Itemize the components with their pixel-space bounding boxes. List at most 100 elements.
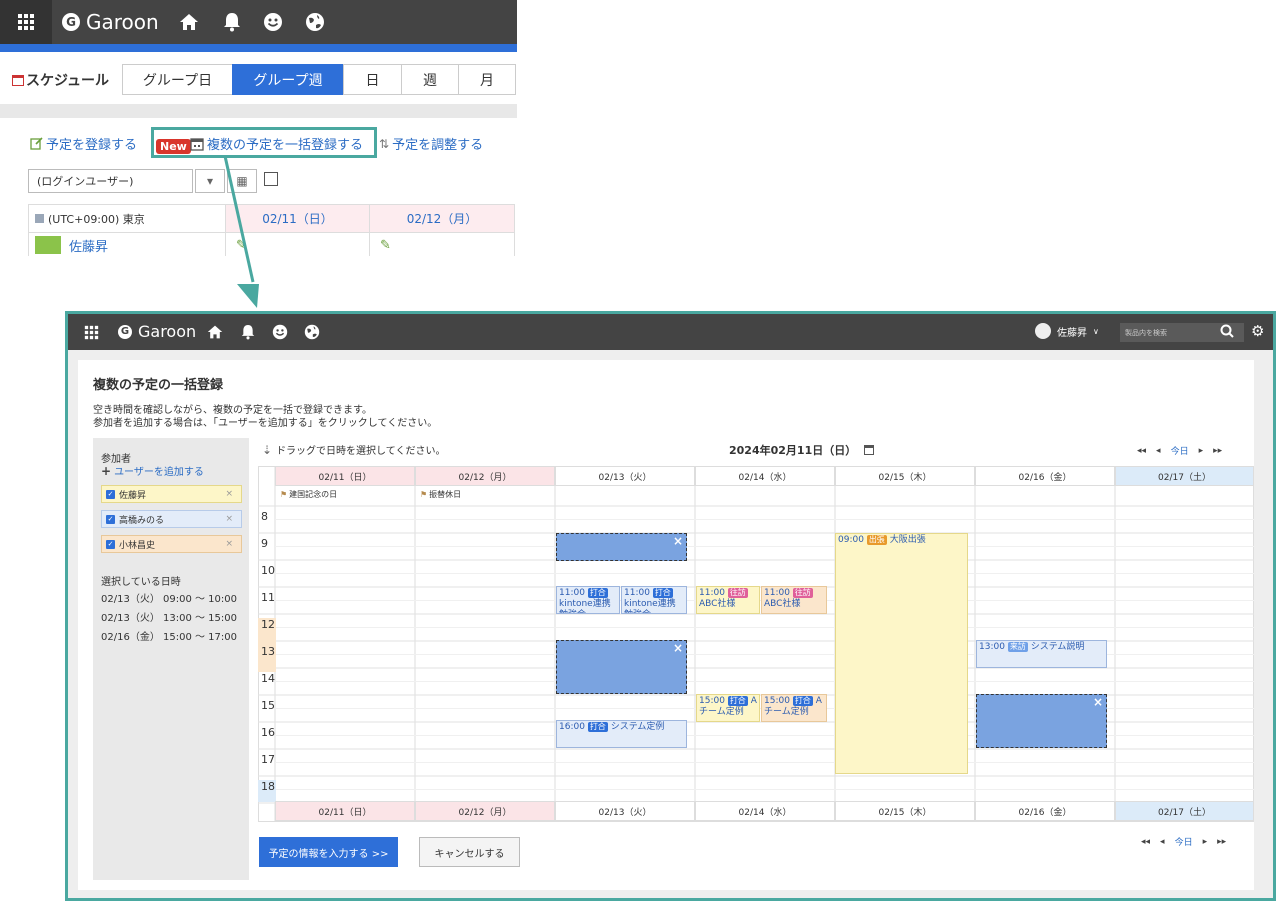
today-link[interactable]: 今日: [1171, 444, 1189, 457]
prev-week-icon[interactable]: ◂◂: [1137, 446, 1146, 456]
tab-day[interactable]: 日: [343, 64, 402, 95]
description-line-2: 参加者を追加する場合は、「ユーザーを追加する」をクリックしてください。: [93, 418, 438, 429]
next-week-icon[interactable]: ▸▸: [1213, 446, 1222, 456]
edit-icon[interactable]: ✎: [369, 232, 515, 256]
event-time: 16:00: [559, 722, 585, 732]
selected-timeslot[interactable]: ×: [976, 694, 1107, 748]
event-tag: 打合: [587, 588, 608, 598]
remove-icon[interactable]: ×: [225, 539, 233, 549]
event-block[interactable]: 09:00 出張 大阪出張: [835, 533, 968, 774]
event-block[interactable]: 11:00 往訪 ABC社様: [761, 586, 827, 614]
event-time: 11:00: [559, 588, 585, 598]
day-header: 02/12（月）: [415, 466, 555, 486]
globe-icon[interactable]: [299, 319, 325, 345]
hour-label: 9: [261, 537, 268, 550]
building-icon: [35, 214, 44, 223]
globe-icon[interactable]: [302, 9, 328, 35]
today-link[interactable]: 今日: [1175, 835, 1193, 848]
next-day-icon[interactable]: ▸: [1199, 446, 1204, 456]
participant-chip[interactable]: ✓ 高橋みのる ×: [101, 510, 242, 528]
day-footer: 02/13（火）: [555, 801, 695, 821]
hour-label: 17: [261, 753, 275, 766]
prev-week-icon[interactable]: ◂◂: [1141, 837, 1150, 847]
close-icon[interactable]: ×: [673, 534, 683, 548]
event-block[interactable]: 15:00 打合 Aチーム定例: [696, 694, 760, 722]
header-accent-bar: [0, 44, 517, 52]
user-menu[interactable]: 佐藤昇 ∨: [1035, 323, 1099, 339]
remove-icon[interactable]: ×: [225, 514, 233, 524]
user-select[interactable]: (ログインユーザー): [28, 169, 193, 193]
divider-band: [0, 104, 517, 118]
garoon-logo[interactable]: G Garoon: [118, 322, 196, 341]
close-icon[interactable]: ×: [1093, 695, 1103, 709]
next-week-icon[interactable]: ▸▸: [1217, 837, 1226, 847]
calendar-icon[interactable]: [864, 445, 875, 455]
participant-name: 小林昌史: [119, 540, 156, 551]
checkbox-icon[interactable]: ✓: [106, 514, 115, 524]
current-date: 2024年02月11日（日）: [729, 442, 875, 458]
tab-group-day[interactable]: グループ日: [122, 64, 233, 95]
selected-time-item: 02/16（金） 15:00 ～ 17:00: [101, 632, 237, 643]
tab-month[interactable]: 月: [458, 64, 516, 95]
smile-icon[interactable]: [260, 9, 286, 35]
day-header: 02/14（水）: [695, 466, 835, 486]
event-time: 11:00: [699, 588, 725, 598]
add-user-button[interactable]: + ユーザーを追加する: [101, 463, 204, 479]
plus-icon: +: [101, 463, 112, 478]
cancel-button[interactable]: キャンセルする: [419, 837, 520, 867]
participant-name: 高橋みのる: [119, 515, 165, 526]
logo-mark: G: [118, 324, 132, 339]
grid-icon[interactable]: [78, 319, 104, 345]
day-footer: 02/15（木）: [835, 801, 975, 821]
prev-day-icon[interactable]: ◂: [1160, 837, 1165, 847]
next-day-icon[interactable]: ▸: [1203, 837, 1208, 847]
drag-cursor-icon: ⇣: [262, 442, 273, 457]
checkbox-icon[interactable]: ✓: [106, 489, 115, 499]
adjust-icon: ⇅: [379, 136, 390, 151]
day-header: 02/17（土）: [1115, 466, 1254, 486]
drag-hint: ⇣ ドラッグで日時を選択してください。: [262, 442, 445, 458]
remove-icon[interactable]: ×: [225, 489, 233, 499]
home-icon[interactable]: [176, 9, 202, 35]
event-block[interactable]: 11:00 打合 kintone連携勉強会: [556, 586, 620, 614]
adjust-link-text: 予定を調整する: [392, 138, 484, 153]
search-icon[interactable]: [1220, 324, 1234, 342]
event-block[interactable]: 13:00 来訪 システム説明: [976, 640, 1107, 668]
selected-timeslot[interactable]: ×: [556, 533, 687, 561]
event-block[interactable]: 11:00 打合 kintone連携勉強会: [621, 586, 687, 614]
tab-group-week[interactable]: グループ週: [232, 64, 344, 95]
smile-icon[interactable]: [267, 319, 293, 345]
adjust-link[interactable]: ⇅ 予定を調整する: [379, 134, 484, 154]
holiday-label: ⚑ 建国記念の日: [280, 489, 337, 500]
event-block[interactable]: 11:00 往訪 ABC社様: [696, 586, 760, 614]
event-tag: 打合: [792, 696, 813, 706]
enter-details-button[interactable]: 予定の情報を入力する >>: [259, 837, 398, 867]
day-footer: 02/17（土）: [1115, 801, 1254, 821]
selected-time-item: 02/13（火） 13:00 ～ 15:00: [101, 613, 237, 624]
grid-icon[interactable]: [0, 0, 52, 44]
checkbox-icon[interactable]: ✓: [106, 539, 115, 549]
event-block[interactable]: 16:00 打合 システム定例: [556, 720, 687, 748]
bell-icon[interactable]: [235, 319, 261, 345]
selected-time-item: 02/13（火） 09:00 ～ 10:00: [101, 594, 237, 605]
event-block[interactable]: 15:00 打合 Aチーム定例: [761, 694, 827, 722]
top-date-0212[interactable]: 02/12（月）: [369, 204, 515, 233]
event-title: 大阪出張: [889, 535, 926, 545]
garoon-logo[interactable]: G Garoon: [62, 10, 159, 34]
participant-chip[interactable]: ✓ 小林昌史 ×: [101, 535, 242, 553]
day-header: 02/16（金）: [975, 466, 1115, 486]
home-icon[interactable]: [202, 319, 228, 345]
gear-icon[interactable]: ⚙: [1251, 324, 1264, 339]
participant-chip[interactable]: ✓ 佐藤昇 ×: [101, 485, 242, 503]
close-icon[interactable]: ×: [673, 641, 683, 655]
flag-icon: ⚑: [280, 490, 288, 499]
hour-label: 12: [258, 618, 276, 645]
tab-week[interactable]: 週: [401, 64, 459, 95]
register-link-text: 予定を登録する: [46, 138, 138, 153]
event-time: 11:00: [764, 588, 790, 598]
register-link[interactable]: 予定を登録する: [30, 134, 137, 153]
user-name-link[interactable]: 佐藤昇: [69, 236, 108, 255]
selected-timeslot[interactable]: ×: [556, 640, 687, 694]
bell-icon[interactable]: [219, 9, 245, 35]
prev-day-icon[interactable]: ◂: [1156, 446, 1161, 456]
